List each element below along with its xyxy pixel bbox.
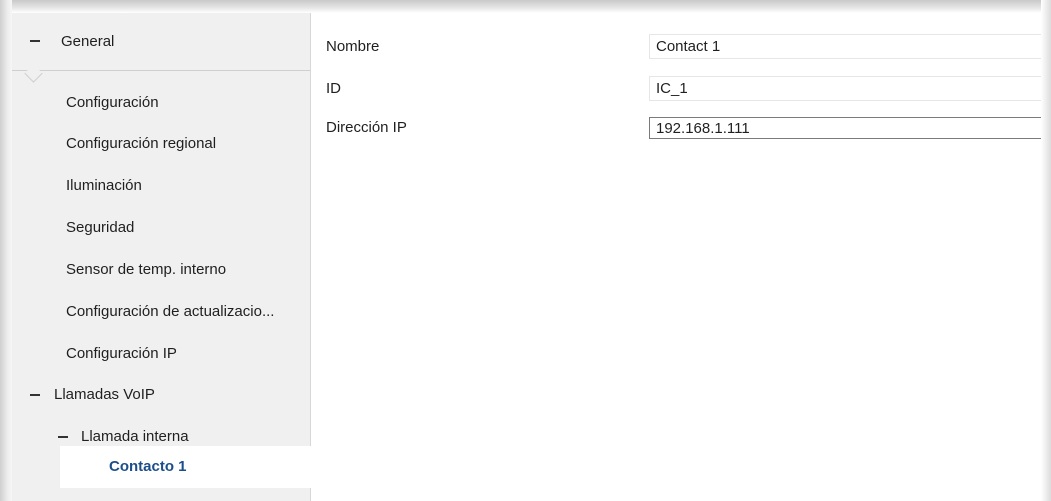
sidebar-item-label: Seguridad: [66, 219, 135, 236]
ip-address-label: Dirección IP: [326, 119, 407, 136]
sidebar-item-label: Contacto 1: [109, 458, 187, 475]
sidebar-item-seguridad[interactable]: Seguridad: [66, 213, 134, 243]
sidebar-item-label: Sensor de temp. interno: [66, 261, 227, 278]
collapse-icon[interactable]: [58, 436, 68, 438]
parameter-tree-sidebar: General Configuración Configuración regi…: [12, 13, 311, 501]
sidebar-item-label: Configuración: [66, 94, 159, 111]
sidebar-header-label: General: [61, 33, 115, 50]
sidebar-item-configuracion-regional[interactable]: Configuración regional: [66, 129, 216, 159]
id-label: ID: [326, 80, 341, 97]
window-shadow-right: [1041, 0, 1051, 501]
sidebar-item-label: Configuración IP: [66, 345, 177, 362]
sidebar-item-label: Iluminación: [66, 177, 142, 194]
sidebar-item-label: Configuración de actualizacio...: [66, 303, 275, 320]
settings-window: General Configuración Configuración regi…: [0, 0, 1051, 501]
window-shadow-top: [0, 0, 1051, 13]
ip-address-field[interactable]: [649, 117, 1051, 139]
name-field[interactable]: [649, 34, 1051, 59]
id-field[interactable]: [649, 76, 1051, 101]
collapse-icon[interactable]: [30, 40, 40, 42]
sidebar-item-configuracion-ip[interactable]: Configuración IP: [66, 339, 177, 369]
collapse-icon[interactable]: [30, 394, 40, 396]
sidebar-item-sensor-temp[interactable]: Sensor de temp. interno: [66, 255, 226, 285]
sidebar-item-label: Llamadas VoIP: [54, 386, 155, 403]
sidebar-item-configuracion[interactable]: Configuración: [66, 88, 159, 118]
section-pointer: [24, 64, 43, 83]
sidebar-item-llamadas-voip[interactable]: Llamadas VoIP: [12, 380, 310, 410]
sidebar-item-contacto-1[interactable]: Contacto 1: [60, 446, 312, 488]
sidebar-section-general[interactable]: General: [12, 13, 310, 83]
sidebar-item-iluminacion[interactable]: Iluminación: [66, 171, 142, 201]
sidebar-item-configuracion-actualizacion[interactable]: Configuración de actualizacio...: [66, 297, 274, 327]
name-label: Nombre: [326, 38, 380, 55]
sidebar-item-label: Configuración regional: [66, 135, 217, 152]
window-shadow-left: [0, 0, 12, 501]
